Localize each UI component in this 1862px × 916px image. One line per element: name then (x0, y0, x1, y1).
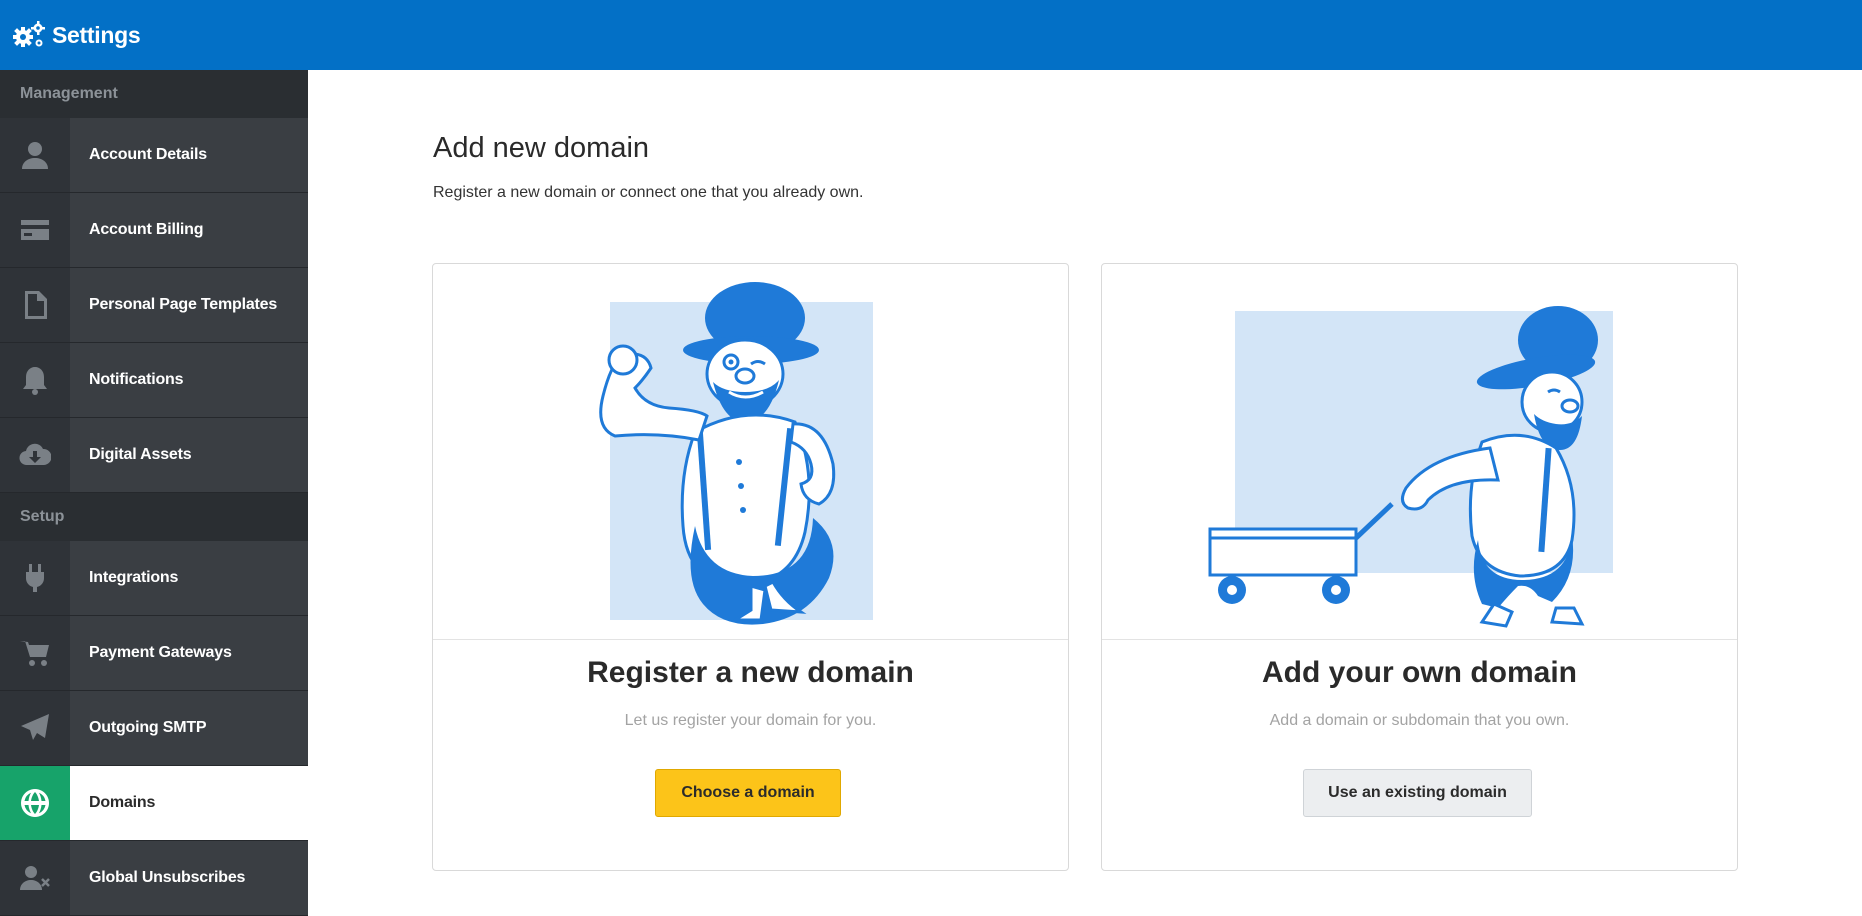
sidebar-item-domains[interactable]: Domains (0, 766, 308, 841)
plug-icon (25, 564, 45, 592)
sidebar-item-label: Account Details (70, 118, 308, 192)
settings-sidebar: Management Account Details Account Billi… (0, 70, 308, 916)
mascot-flexing-illustration (599, 282, 873, 625)
sidebar-item-label: Global Unsubscribes (70, 841, 308, 915)
register-domain-card: Register a new domain Let us register yo… (432, 263, 1069, 871)
user-icon (22, 142, 48, 169)
sidebar-item-account-billing[interactable]: Account Billing (0, 193, 308, 268)
card-description: Add a domain or subdomain that you own. (1269, 712, 1570, 729)
sidebar-item-label: Payment Gateways (70, 616, 308, 690)
cart-icon (20, 641, 49, 666)
mascot-pulling-wagon-illustration (1208, 306, 1613, 628)
register-domain-illustration (433, 264, 1068, 640)
sidebar-item-label: Account Billing (70, 193, 308, 267)
sidebar-item-outgoing-smtp[interactable]: Outgoing SMTP (0, 691, 308, 766)
add-own-domain-illustration (1102, 264, 1737, 640)
add-own-domain-card: Add your own domain Add a domain or subd… (1101, 263, 1738, 871)
credit-card-icon (21, 220, 49, 240)
sidebar-item-personal-page-templates[interactable]: Personal Page Templates (0, 268, 308, 343)
sidebar-item-notifications[interactable]: Notifications (0, 343, 308, 418)
user-x-icon (20, 866, 50, 890)
sidebar-item-label: Digital Assets (70, 418, 308, 492)
sidebar-item-label: Outgoing SMTP (70, 691, 308, 765)
sidebar-item-label: Integrations (70, 541, 308, 615)
sidebar-item-payment-gateways[interactable]: Payment Gateways (0, 616, 308, 691)
card-heading: Add your own domain (1262, 656, 1577, 689)
sidebar-item-digital-assets[interactable]: Digital Assets (0, 418, 308, 493)
file-icon (25, 291, 47, 319)
gears-icon (13, 21, 45, 47)
sidebar-item-label: Notifications (70, 343, 308, 417)
sidebar-item-account-details[interactable]: Account Details (0, 118, 308, 193)
sidebar-item-integrations[interactable]: Integrations (0, 541, 308, 616)
sidebar-item-label: Domains (70, 766, 308, 840)
page-title: Add new domain (433, 132, 650, 164)
bell-icon (23, 367, 47, 395)
app-title: Settings (52, 21, 141, 48)
globe-icon (21, 789, 50, 817)
card-heading: Register a new domain (587, 656, 914, 689)
sidebar-item-global-unsubscribes[interactable]: Global Unsubscribes (0, 841, 308, 916)
card-description: Let us register your domain for you. (624, 712, 877, 729)
section-setup: Setup (0, 493, 308, 541)
sidebar-item-label: Personal Page Templates (70, 268, 308, 342)
cloud-download-icon (19, 443, 51, 466)
use-existing-domain-button[interactable]: Use an existing domain (1303, 769, 1532, 817)
paper-plane-icon (21, 714, 49, 740)
top-bar: Settings (0, 0, 1862, 70)
page-subtitle: Register a new domain or connect one tha… (433, 184, 864, 201)
section-management: Management (0, 70, 308, 118)
choose-domain-button[interactable]: Choose a domain (655, 769, 841, 817)
main-content: Add new domain Register a new domain or … (308, 70, 1862, 913)
